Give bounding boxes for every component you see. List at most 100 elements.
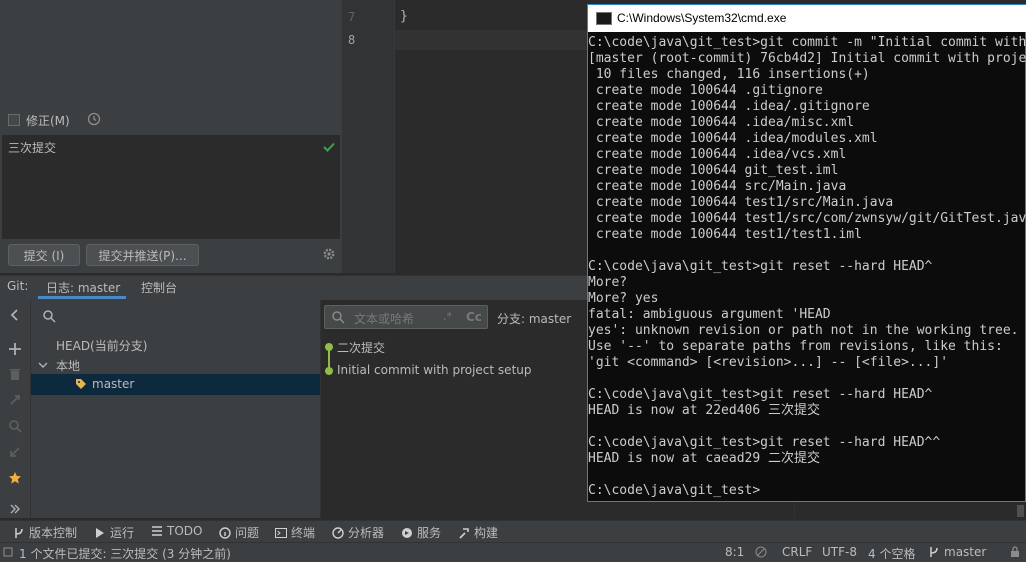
amend-checkbox[interactable]	[8, 114, 20, 126]
status-message[interactable]: 1 个文件已提交: 三次提交 (3 分钟之前)	[19, 545, 231, 562]
file-encoding[interactable]: UTF-8	[822, 545, 857, 559]
status-indicator-icon[interactable]	[3, 547, 13, 557]
amend-label: 修正(M)	[26, 113, 70, 128]
cmd-line: C:\code\java\git_test>git reset --hard H…	[588, 435, 941, 450]
branch-master[interactable]: master	[92, 377, 134, 391]
code-line[interactable]: }	[400, 9, 408, 24]
tool-version-control[interactable]: 版本控制	[13, 524, 77, 541]
line-number: 8	[348, 33, 356, 47]
cmd-line: 10 files changed, 116 insertions(+)	[588, 67, 870, 82]
cmd-line: 'git <command> [<revision>...] -- [<file…	[588, 355, 949, 370]
info-icon	[219, 526, 231, 539]
branch-filter-dropdown[interactable]: 分支: master	[497, 310, 571, 327]
tool-services[interactable]: 服务	[401, 524, 441, 541]
cmd-line: create mode 100644 test1/test1.iml	[588, 227, 862, 242]
log-filter-placeholder: 文本或哈希	[354, 312, 415, 326]
git-label: Git:	[7, 279, 29, 293]
cmd-line: create mode 100644 .idea/.gitignore	[588, 99, 870, 114]
star-icon[interactable]	[8, 471, 22, 485]
cmd-line: [master (root-commit) 76cb4d2] Initial c…	[588, 51, 1026, 66]
current-line-highlight	[395, 30, 588, 50]
commit-message-text[interactable]: 三次提交	[8, 139, 56, 156]
list-icon	[152, 526, 162, 536]
gauge-icon	[332, 526, 344, 539]
scrollbar[interactable]	[1017, 505, 1024, 517]
cmd-line	[588, 419, 1026, 435]
cmd-line: create mode 100644 test1/src/com/zwnsyw/…	[588, 211, 1026, 226]
cmd-line: create mode 100644 test1/src/Main.java	[588, 195, 894, 210]
search-icon[interactable]	[8, 419, 22, 433]
cmd-line: C:\code\java\git_test>git commit -m "Ini…	[588, 35, 1026, 50]
no-inspection-icon[interactable]	[755, 546, 767, 558]
cmd-line: More?	[588, 275, 628, 290]
cmd-line: yes': unknown revision or path not in th…	[588, 323, 1019, 338]
tool-label: 服务	[417, 526, 442, 540]
tab-log[interactable]: 日志: master	[46, 279, 120, 296]
tool-label: 版本控制	[29, 526, 78, 540]
tool-terminal[interactable]: 终端	[275, 524, 315, 541]
line-ending[interactable]: CRLF	[782, 545, 812, 559]
tool-label: 运行	[110, 526, 135, 540]
line-number: 7	[348, 10, 356, 24]
tool-label: TODO	[167, 524, 203, 538]
cmd-line: fatal: ambiguous argument 'HEAD	[588, 307, 831, 322]
indent-setting[interactable]: 4 个空格	[868, 545, 915, 562]
cmd-line: HEAD is now at 22ed406 三次提交	[588, 403, 821, 418]
current-branch[interactable]: master	[944, 545, 986, 559]
cmd-icon	[596, 12, 612, 25]
commit-row[interactable]: Initial commit with project setup	[337, 363, 532, 377]
trash-icon[interactable]	[8, 367, 22, 381]
cmd-output[interactable]: C:\code\java\git_test>git commit -m "Ini…	[588, 35, 1026, 501]
active-tab-indicator	[38, 296, 126, 299]
git-side-toolbar	[0, 300, 31, 518]
terminal-icon	[275, 527, 287, 538]
branch-group-local[interactable]: 本地	[56, 357, 80, 374]
play-icon	[96, 527, 104, 538]
plus-icon[interactable]	[8, 342, 22, 356]
gear-icon[interactable]	[322, 247, 336, 261]
match-case-toggle[interactable]: Cc	[466, 310, 482, 324]
tool-label: 问题	[235, 526, 260, 540]
check-icon	[323, 142, 335, 152]
cmd-line: C:\code\java\git_test>git reset --hard H…	[588, 387, 933, 402]
amend-row[interactable]: 修正(M)	[8, 111, 70, 129]
tool-profiler[interactable]: 分析器	[332, 524, 384, 541]
branch-icon	[930, 547, 938, 557]
search-icon[interactable]	[42, 309, 56, 323]
branch-icon	[15, 527, 23, 538]
services-icon	[402, 527, 412, 538]
tool-run[interactable]: 运行	[94, 524, 134, 541]
update-icon[interactable]	[8, 393, 22, 407]
tool-label: 分析器	[348, 526, 385, 540]
cmd-line	[588, 467, 1026, 483]
commit-graph-node	[325, 343, 333, 351]
tool-label: 构建	[474, 526, 499, 540]
merge-icon[interactable]	[8, 445, 22, 459]
caret-position[interactable]: 8:1	[725, 545, 744, 559]
branch-head[interactable]: HEAD(当前分支)	[56, 337, 147, 354]
tool-build[interactable]: 构建	[458, 524, 498, 541]
chevron-left-icon[interactable]	[8, 308, 22, 322]
chevron-double-right-icon[interactable]	[8, 502, 22, 516]
clock-icon[interactable]	[87, 112, 101, 126]
lock-icon[interactable]	[1009, 546, 1021, 558]
commit-details-pane	[795, 500, 1026, 520]
cmd-line: create mode 100644 git_test.iml	[588, 163, 839, 178]
cmd-line	[588, 243, 1026, 259]
tab-console[interactable]: 控制台	[141, 279, 177, 296]
tool-todo[interactable]: TODO	[151, 524, 202, 538]
cmd-line: Use '--' to separate paths from revision…	[588, 339, 1003, 354]
commit-and-push-button[interactable]: 提交并推送(P)...	[86, 244, 199, 266]
cmd-line: HEAD is now at caead29 二次提交	[588, 451, 821, 466]
cmd-line: More? yes	[588, 291, 659, 306]
branches-pane	[31, 300, 321, 518]
tool-problems[interactable]: 问题	[219, 524, 259, 541]
commit-button[interactable]: 提交 (I)	[8, 244, 80, 266]
cmd-line: create mode 100644 .idea/modules.xml	[588, 131, 878, 146]
cmd-line: create mode 100644 .idea/vcs.xml	[588, 147, 847, 162]
hammer-icon	[459, 527, 469, 539]
chevron-down-icon[interactable]	[38, 360, 48, 370]
cmd-title: C:\Windows\System32\cmd.exe	[617, 11, 787, 25]
commit-row[interactable]: 二次提交	[337, 339, 385, 356]
regex-toggle[interactable]: .*	[443, 310, 452, 323]
